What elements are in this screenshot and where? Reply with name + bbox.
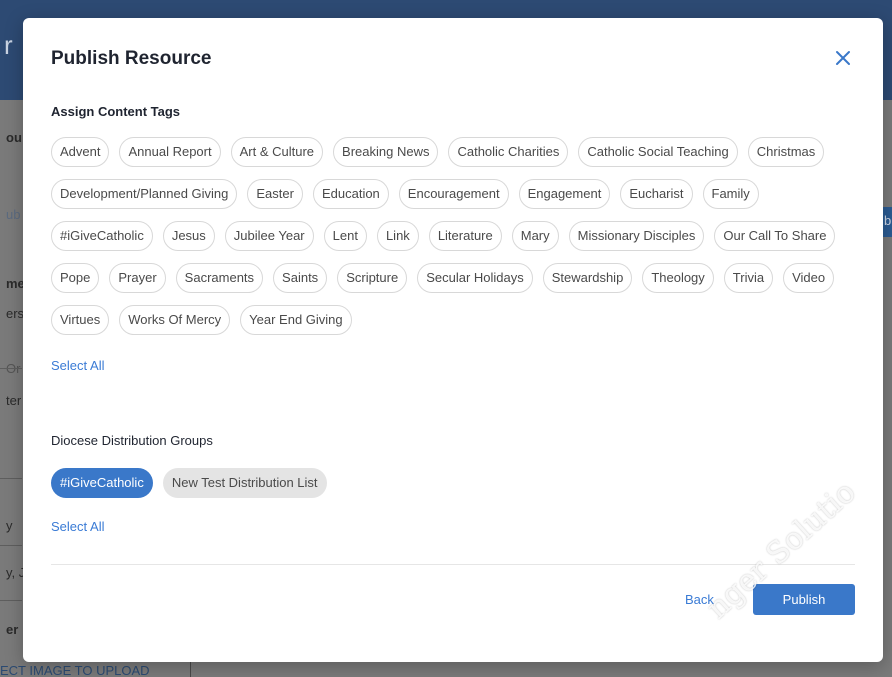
content-tag-chip[interactable]: Our Call To Share <box>714 221 836 251</box>
content-tag-chip[interactable]: Development/Planned Giving <box>51 179 238 209</box>
content-tags-list: Advent Annual Report Art & Culture Breaking… <box>51 137 851 335</box>
content-tag-chip[interactable]: Catholic Social Teaching <box>578 137 738 167</box>
background-header-text: r <box>4 30 13 60</box>
content-tag-chip[interactable]: Sacraments <box>175 263 264 293</box>
content-tag-chip[interactable]: Jubilee Year <box>224 221 314 251</box>
background-text: me <box>6 276 25 291</box>
background-text: ou <box>6 130 22 145</box>
content-tags-label: Assign Content Tags <box>51 104 181 119</box>
content-tag-chip[interactable]: Works Of Mercy <box>119 305 231 335</box>
content-tag-chip[interactable]: Prayer <box>109 263 166 293</box>
content-tag-chip[interactable]: Family <box>702 179 759 209</box>
content-tag-chip[interactable]: Saints <box>273 263 328 293</box>
select-all-groups-link[interactable]: Select All <box>51 519 104 534</box>
content-tag-chip[interactable]: Jesus <box>162 221 215 251</box>
content-tag-chip[interactable]: Art & Culture <box>230 137 324 167</box>
content-tag-chip[interactable]: Link <box>376 221 419 251</box>
content-tag-chip[interactable]: Advent <box>51 137 110 167</box>
content-tag-chip[interactable]: Trivia <box>723 263 774 293</box>
content-tag-chip[interactable]: Mary <box>511 221 559 251</box>
content-tag-chip[interactable]: Engagement <box>518 179 611 209</box>
background-text: ub <box>6 207 21 222</box>
content-tag-chip[interactable]: Lent <box>323 221 367 251</box>
content-tag-chip[interactable]: Encouragement <box>398 179 509 209</box>
footer-divider <box>51 564 855 565</box>
background-divider <box>0 545 22 546</box>
group-chip-new-test-distribution-list[interactable]: New Test Distribution List <box>162 468 327 498</box>
close-button[interactable] <box>833 48 853 68</box>
background-text: er <box>6 622 19 637</box>
content-tag-chip[interactable]: Video <box>783 263 835 293</box>
close-icon <box>836 51 850 65</box>
content-tag-chip[interactable]: Annual Report <box>119 137 221 167</box>
content-tag-chip[interactable]: Stewardship <box>542 263 633 293</box>
content-tag-chip[interactable]: Theology <box>642 263 714 293</box>
background-text: ter <box>6 393 22 408</box>
distribution-groups-label: Diocese Distribution Groups <box>51 433 213 448</box>
publish-button[interactable]: Publish <box>753 584 855 615</box>
background-divider <box>0 600 22 601</box>
content-tag-chip[interactable]: Literature <box>428 221 502 251</box>
background-text: ECT IMAGE TO UPLOAD <box>0 663 150 677</box>
background-button: b <box>882 207 892 237</box>
content-tag-chip[interactable]: Catholic Charities <box>448 137 569 167</box>
background-text: ers <box>6 306 25 321</box>
publish-resource-modal: Publish Resource Assign Content Tags Adv… <box>23 18 883 662</box>
background-text: y <box>6 518 13 533</box>
group-chip-igivecatholic[interactable]: #iGiveCatholic <box>51 468 153 498</box>
content-tag-chip[interactable]: #iGiveCatholic <box>51 221 153 251</box>
content-tag-chip[interactable]: Year End Giving <box>240 305 352 335</box>
background-text: b <box>884 213 892 228</box>
content-tag-chip[interactable]: Secular Holidays <box>417 263 533 293</box>
content-tag-chip[interactable]: Easter <box>247 179 303 209</box>
content-tag-chip[interactable]: Christmas <box>747 137 825 167</box>
content-tag-chip[interactable]: Education <box>312 179 389 209</box>
back-button[interactable]: Back <box>685 592 714 607</box>
content-tag-chip[interactable]: Breaking News <box>333 137 439 167</box>
distribution-groups-list: #iGiveCatholic New Test Distribution Lis… <box>51 468 327 498</box>
modal-title: Publish Resource <box>51 48 212 69</box>
select-all-tags-link[interactable]: Select All <box>51 358 104 373</box>
content-tag-chip[interactable]: Virtues <box>51 305 110 335</box>
background-divider <box>0 368 22 369</box>
content-tag-chip[interactable]: Pope <box>51 263 100 293</box>
content-tag-chip[interactable]: Eucharist <box>620 179 693 209</box>
background-divider <box>0 478 22 479</box>
content-tag-chip[interactable]: Missionary Disciples <box>568 221 705 251</box>
content-tag-chip[interactable]: Scripture <box>337 263 408 293</box>
